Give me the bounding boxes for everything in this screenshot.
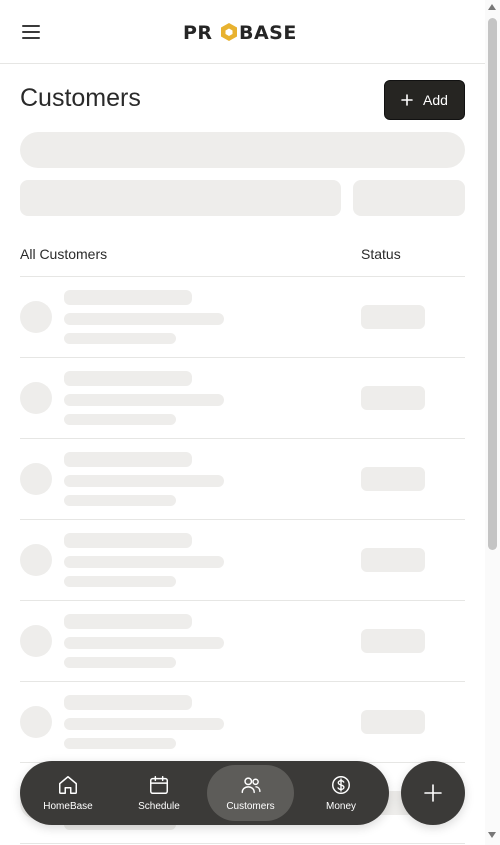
filter-skeleton — [20, 180, 341, 216]
name-skeleton — [64, 695, 192, 710]
nav-item-money[interactable]: Money — [297, 761, 385, 825]
name-skeleton — [64, 533, 192, 548]
detail-skeleton — [64, 718, 224, 730]
probase-logo-mark: PR BASE — [183, 22, 297, 44]
users-icon — [241, 777, 261, 794]
detail-skeleton — [64, 333, 176, 344]
nav-label: HomeBase — [43, 801, 93, 812]
sort-skeleton — [353, 180, 465, 216]
detail-skeleton — [64, 475, 224, 487]
avatar-skeleton — [20, 382, 52, 414]
detail-skeleton — [64, 313, 224, 325]
avatar-skeleton — [20, 625, 52, 657]
customers-page: PR BASE Customers Add All Customers Stat… — [0, 0, 500, 845]
detail-skeleton — [64, 576, 176, 587]
top-bar: PR BASE — [0, 0, 485, 64]
status-skeleton — [361, 629, 425, 653]
nav-item-customers[interactable]: Customers — [207, 765, 294, 821]
avatar-skeleton — [20, 706, 52, 738]
column-header-all-customers[interactable]: All Customers — [20, 246, 107, 262]
avatar-skeleton — [20, 301, 52, 333]
name-skeleton — [64, 290, 192, 305]
name-skeleton — [64, 452, 192, 467]
dollar-circle-icon — [332, 776, 350, 794]
detail-skeleton — [64, 414, 176, 425]
svg-text:BASE: BASE — [239, 22, 297, 44]
svg-text:PR: PR — [183, 22, 213, 44]
nav-label: Money — [325, 801, 356, 812]
column-header-status[interactable]: Status — [361, 246, 401, 262]
detail-skeleton — [64, 657, 176, 668]
row-divider — [20, 519, 465, 520]
status-skeleton — [361, 710, 425, 734]
row-divider — [20, 357, 465, 358]
plus-icon — [424, 784, 442, 802]
scroll-down-arrow-icon[interactable] — [488, 832, 496, 838]
status-skeleton — [361, 305, 425, 329]
status-skeleton — [361, 467, 425, 491]
search-skeleton — [20, 132, 465, 168]
header-divider — [20, 276, 465, 277]
add-button-label: Add — [423, 92, 448, 108]
quick-add-button[interactable] — [401, 761, 465, 825]
probase-logo[interactable]: PR BASE — [183, 20, 305, 44]
status-skeleton — [361, 386, 425, 410]
calendar-icon — [150, 776, 168, 794]
row-divider — [20, 600, 465, 601]
status-skeleton — [361, 548, 425, 572]
detail-skeleton — [64, 738, 176, 749]
row-divider — [20, 438, 465, 439]
detail-skeleton — [64, 394, 224, 406]
row-divider — [20, 843, 465, 844]
nav-item-schedule[interactable]: Schedule — [115, 761, 203, 825]
bottom-nav: HomeBase Schedule Customers Money — [20, 761, 389, 825]
avatar-skeleton — [20, 544, 52, 576]
page-title: Customers — [20, 84, 141, 112]
scroll-up-arrow-icon[interactable] — [488, 4, 496, 10]
scrollbar-thumb[interactable] — [488, 18, 497, 550]
detail-skeleton — [64, 495, 176, 506]
detail-skeleton — [64, 637, 224, 649]
nav-label: Schedule — [138, 801, 180, 812]
row-divider — [20, 681, 465, 682]
home-icon — [59, 776, 77, 794]
plus-icon — [401, 91, 413, 109]
name-skeleton — [64, 614, 192, 629]
detail-skeleton — [64, 556, 224, 568]
add-customer-button[interactable]: Add — [384, 80, 465, 120]
name-skeleton — [64, 371, 192, 386]
hamburger-menu-icon[interactable] — [20, 22, 44, 42]
avatar-skeleton — [20, 463, 52, 495]
nav-item-homebase[interactable]: HomeBase — [24, 761, 112, 825]
nav-label: Customers — [226, 801, 275, 812]
